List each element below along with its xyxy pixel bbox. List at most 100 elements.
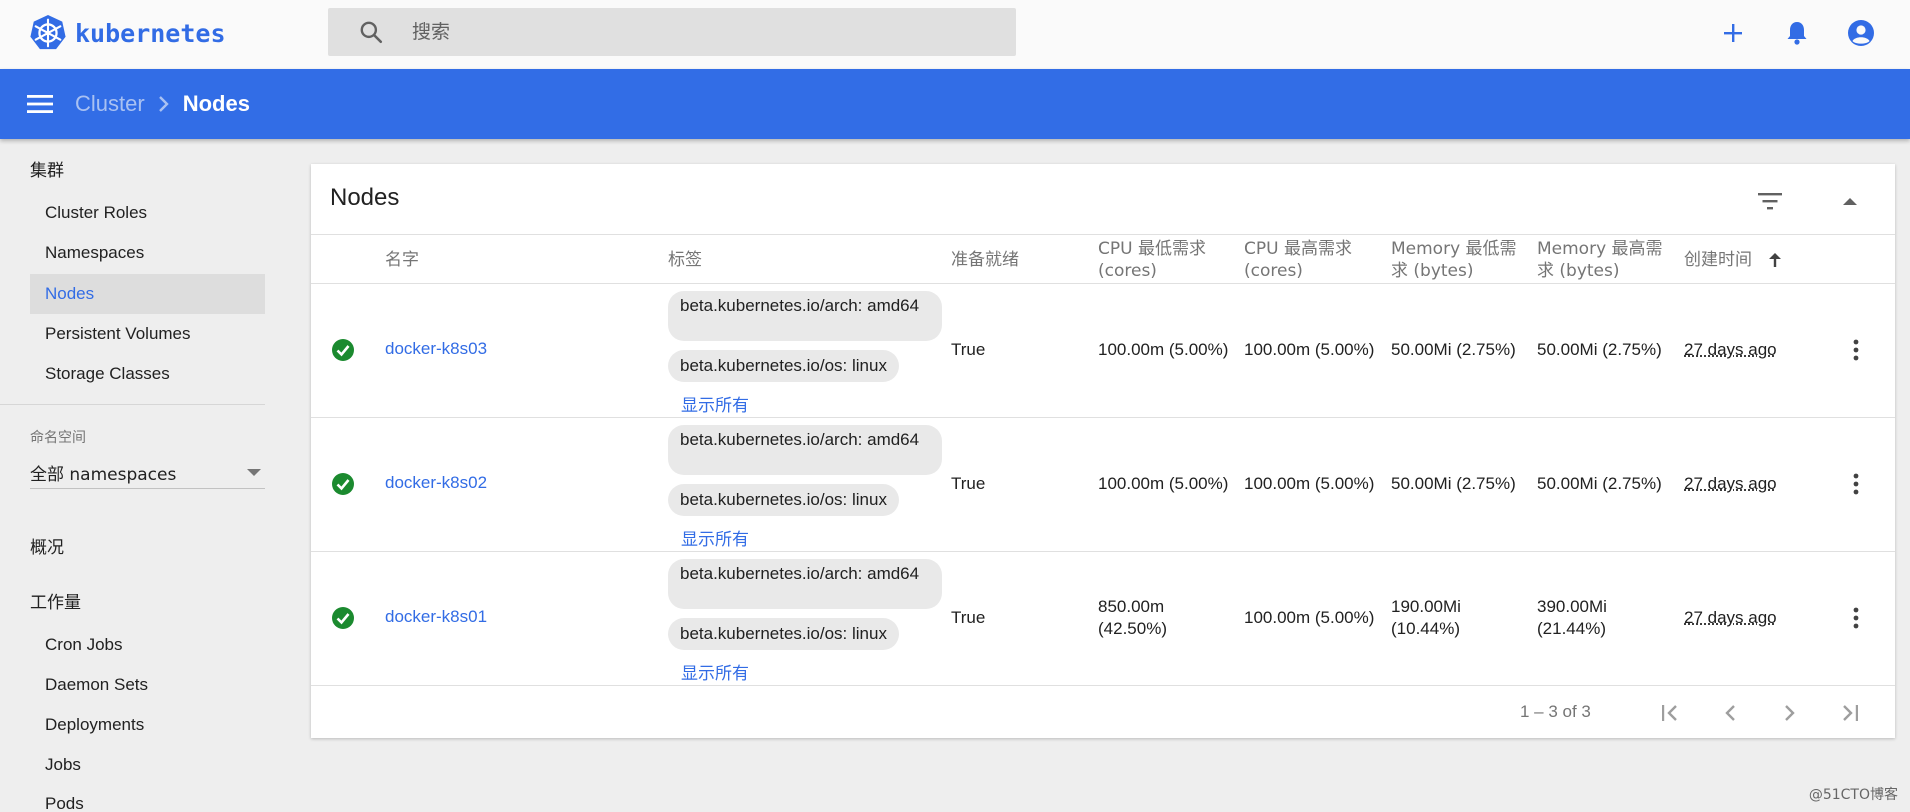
dropdown-arrow-icon [247,469,261,476]
node-name-link[interactable]: docker-k8s03 [385,339,487,359]
breadcrumb-current: Nodes [182,91,250,116]
label-chip: beta.kubernetes.io/arch: amd64 [668,559,942,609]
column-header-labels: 标签 [668,250,702,270]
show-all-link[interactable]: 显示所有 [681,391,749,416]
label-chip: beta.kubernetes.io/os: linux [668,350,899,382]
namespace-select[interactable]: 全部 namespaces [30,457,265,489]
namespace-select-value: 全部 namespaces [30,465,177,485]
column-header-created-label: 创建时间 [1684,250,1752,270]
column-header-cpu-limits: CPU 最高需求 (cores) [1244,239,1352,281]
sidebar-item-cluster-roles[interactable]: Cluster Roles [30,193,265,233]
check-circle-icon [332,339,354,361]
sidebar-item-daemon-sets[interactable]: Daemon Sets [30,665,265,705]
table-header: 名字 标签 准备就绪 CPU 最低需求 (cores) CPU 最高需求 (co… [311,234,1895,284]
sidebar-heading-cluster[interactable]: 集群 [30,156,64,181]
sidebar-item-persistent-volumes[interactable]: Persistent Volumes [30,314,265,354]
search-icon [360,21,383,44]
ready-cell: True [951,608,986,627]
chevron-right-icon [1785,705,1795,721]
card-title: Nodes [330,184,400,211]
created-age-cell: 27 days ago [1684,474,1777,493]
filter-button[interactable] [1755,186,1785,216]
next-page-button[interactable] [1775,698,1805,728]
sidebar-divider [0,404,265,405]
mem-limits-cell: 50.00Mi (2.75%) [1537,340,1662,359]
pagination-range: 1 – 3 of 3 [1520,702,1591,721]
row-menu-button[interactable] [1841,603,1871,633]
namespace-label: 命名空间 [30,430,86,446]
search-bar[interactable] [328,8,1016,56]
top-app-bar: kubernetes [0,0,1910,69]
paginator: 1 – 3 of 3 [311,688,1895,738]
column-header-created[interactable]: 创建时间 [1684,249,1782,271]
breadcrumb-cluster[interactable]: Cluster [75,91,145,117]
node-name-link[interactable]: docker-k8s01 [385,607,487,627]
label-chip: beta.kubernetes.io/arch: amd64 [668,425,942,475]
menu-icon[interactable] [27,93,53,115]
column-header-ready: 准备就绪 [951,250,1019,270]
filter-list-icon [1758,193,1782,210]
more-vert-icon [1853,473,1859,495]
sidebar-item-deployments[interactable]: Deployments [30,705,265,745]
row-menu-button[interactable] [1841,469,1871,499]
account-button[interactable] [1846,18,1876,48]
sidebar-item-namespaces[interactable]: Namespaces [30,233,265,273]
cpu-requests-cell: 100.00m (5.00%) [1098,340,1229,359]
first-page-button[interactable] [1655,698,1685,728]
collapse-button[interactable] [1835,186,1865,216]
column-header-mem-requests: Memory 最低需求 (bytes) [1391,239,1517,281]
previous-page-button[interactable] [1715,698,1745,728]
kubernetes-helm-icon [30,14,66,50]
cpu-requests-cell: 850.00m (42.50%) [1098,597,1167,638]
column-header-mem-limits: Memory 最高需求 (bytes) [1537,239,1663,281]
account-circle-icon [1848,20,1874,46]
label-chip: beta.kubernetes.io/os: linux [668,484,899,516]
cpu-limits-cell: 100.00m (5.00%) [1244,474,1375,493]
sidebar-heading-workloads[interactable]: 工作量 [30,588,81,613]
sidebar-item-cron-jobs[interactable]: Cron Jobs [30,625,265,665]
more-vert-icon [1853,339,1859,361]
mem-requests-cell: 50.00Mi (2.75%) [1391,474,1516,493]
nodes-card: Nodes 名字 标签 准备就绪 CPU 最低需求 (cores) CPU 最高… [311,164,1895,738]
chevron-right-icon [158,96,169,112]
node-name-link[interactable]: docker-k8s02 [385,473,487,493]
created-age-cell: 27 days ago [1684,340,1777,359]
add-button[interactable] [1718,18,1748,48]
column-header-cpu-requests: CPU 最低需求 (cores) [1098,239,1206,281]
ready-cell: True [951,474,986,493]
check-circle-icon [332,607,354,629]
mem-requests-cell: 50.00Mi (2.75%) [1391,340,1516,359]
last-page-icon [1843,705,1858,721]
row-menu-button[interactable] [1841,335,1871,365]
chevron-left-icon [1725,705,1735,721]
breadcrumb-bar: Cluster Nodes [0,69,1910,139]
show-all-link[interactable]: 显示所有 [681,525,749,550]
mem-limits-cell: 50.00Mi (2.75%) [1537,474,1662,493]
column-header-name[interactable]: 名字 [385,249,419,271]
sidebar: 集群 Cluster Roles Namespaces Nodes Persis… [0,139,270,812]
notifications-button[interactable] [1782,18,1812,48]
created-age-cell: 27 days ago [1684,608,1777,627]
first-page-icon [1662,705,1677,721]
kubernetes-logo[interactable]: kubernetes [29,14,226,52]
mem-limits-cell: 390.00Mi (21.44%) [1537,597,1607,638]
sidebar-heading-overview[interactable]: 概况 [30,533,64,558]
more-vert-icon [1853,607,1859,629]
last-page-button[interactable] [1835,698,1865,728]
sidebar-item-nodes[interactable]: Nodes [30,274,265,314]
arrow-upward-icon [1769,253,1782,267]
collapse-arrow-icon [1843,198,1857,205]
sidebar-item-storage-classes[interactable]: Storage Classes [30,354,265,394]
search-input[interactable] [412,21,972,43]
watermark: @51CTO博客 [1808,787,1898,803]
app-name: kubernetes [75,18,226,48]
check-circle-icon [332,473,354,495]
table-row: docker-k8s01 beta.kubernetes.io/arch: am… [311,552,1895,686]
cpu-limits-cell: 100.00m (5.00%) [1244,608,1375,627]
sidebar-item-pods[interactable]: Pods [30,784,265,812]
show-all-link[interactable]: 显示所有 [681,659,749,684]
cpu-requests-cell: 100.00m (5.00%) [1098,474,1229,493]
notifications-icon [1787,22,1807,45]
mem-requests-cell: 190.00Mi (10.44%) [1391,597,1461,638]
sidebar-item-jobs[interactable]: Jobs [30,745,265,785]
